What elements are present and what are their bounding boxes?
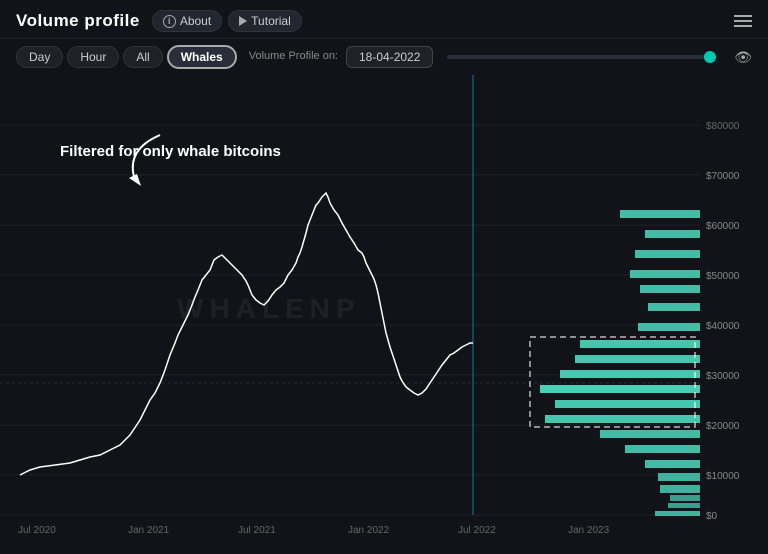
app-title: Volume profile: [16, 11, 140, 31]
all-tab[interactable]: All: [123, 46, 162, 68]
svg-text:$20000: $20000: [706, 421, 740, 432]
svg-text:Jan 2021: Jan 2021: [128, 525, 170, 536]
hamburger-line: [734, 25, 752, 27]
header: Volume profile i About Tutorial: [0, 0, 768, 39]
hamburger-line: [734, 15, 752, 17]
day-tab[interactable]: Day: [16, 46, 63, 68]
volume-profile-label: Volume Profile on:: [249, 50, 338, 63]
svg-text:$10000: $10000: [706, 471, 740, 482]
hamburger-menu[interactable]: [734, 15, 752, 27]
chart-area: $80000 $70000 $60000 $50000 $40000 $3000…: [0, 75, 768, 543]
svg-text:$60000: $60000: [706, 221, 740, 232]
header-nav: i About Tutorial: [152, 10, 302, 32]
svg-text:Jul 2020: Jul 2020: [18, 525, 56, 536]
timeline-slider[interactable]: [447, 55, 716, 59]
svg-text:$0: $0: [706, 511, 718, 522]
svg-text:Jan 2023: Jan 2023: [568, 525, 610, 536]
svg-text:$70000: $70000: [706, 171, 740, 182]
svg-text:Jul 2022: Jul 2022: [458, 525, 496, 536]
hamburger-line: [734, 20, 752, 22]
visibility-icon[interactable]: 👁: [734, 49, 752, 66]
about-label: About: [180, 14, 211, 28]
svg-text:Jul 2021: Jul 2021: [238, 525, 276, 536]
svg-text:Jan 2022: Jan 2022: [348, 525, 390, 536]
svg-text:$30000: $30000: [706, 371, 740, 382]
price-chart: $80000 $70000 $60000 $50000 $40000 $3000…: [0, 75, 768, 543]
hour-tab[interactable]: Hour: [67, 46, 119, 68]
info-icon: i: [163, 15, 176, 28]
about-button[interactable]: i About: [152, 10, 222, 32]
svg-text:$50000: $50000: [706, 271, 740, 282]
tutorial-label: Tutorial: [251, 14, 291, 28]
svg-text:$80000: $80000: [706, 121, 740, 132]
date-value: 18-04-2022: [346, 46, 433, 68]
whales-tab[interactable]: Whales: [167, 45, 237, 69]
play-icon: [239, 16, 247, 26]
tutorial-button[interactable]: Tutorial: [228, 10, 302, 32]
svg-text:$40000: $40000: [706, 321, 740, 332]
header-left: Volume profile i About Tutorial: [16, 10, 302, 32]
toolbar: Day Hour All Whales Volume Profile on: 1…: [0, 39, 768, 75]
slider-handle[interactable]: [704, 51, 716, 63]
